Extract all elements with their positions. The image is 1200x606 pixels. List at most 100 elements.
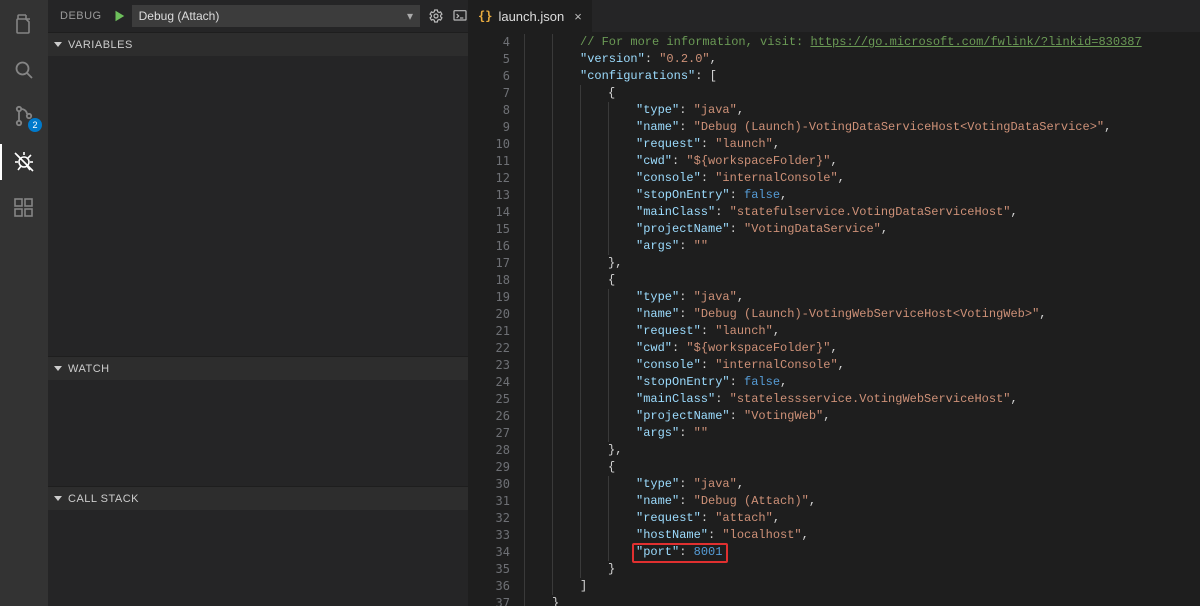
code-line[interactable]: "stopOnEntry": false, [524,187,1142,204]
line-number: 10 [468,136,510,153]
line-number: 17 [468,255,510,272]
source-control-icon[interactable]: 2 [10,102,38,130]
code-line[interactable]: "cwd": "${workspaceFolder}", [524,340,1142,357]
debug-console-icon[interactable] [452,8,468,24]
line-number: 29 [468,459,510,476]
line-number: 5 [468,51,510,68]
tab-launch-json[interactable]: {} launch.json × [468,0,592,32]
line-number: 7 [468,85,510,102]
callstack-body [48,510,468,606]
line-number: 9 [468,119,510,136]
debug-header: DEBUG Debug (Attach) ▾ [48,0,468,32]
watch-label: WATCH [68,363,110,375]
variables-body [48,56,468,356]
line-number: 19 [468,289,510,306]
chevron-down-icon: ▾ [407,9,413,23]
code-line[interactable]: "request": "attach", [524,510,1142,527]
code-line[interactable]: { [524,459,1142,476]
line-number: 37 [468,595,510,606]
code-line[interactable]: "stopOnEntry": false, [524,374,1142,391]
variables-label: VARIABLES [68,39,133,51]
line-number: 20 [468,306,510,323]
code-line[interactable]: // For more information, visit: https://… [524,34,1142,51]
code-line[interactable]: "args": "" [524,425,1142,442]
line-number: 36 [468,578,510,595]
line-number: 11 [468,153,510,170]
line-number-gutter: 4567891011121314151617181920212223242526… [468,32,524,606]
code-line[interactable]: "name": "Debug (Attach)", [524,493,1142,510]
code-line[interactable]: } [524,561,1142,578]
line-number: 22 [468,340,510,357]
close-icon[interactable]: × [574,9,582,24]
variables-section-header[interactable]: VARIABLES [48,32,468,56]
code-line[interactable]: } [524,595,1142,606]
code-line[interactable]: "projectName": "VotingWeb", [524,408,1142,425]
line-number: 8 [468,102,510,119]
extensions-icon[interactable] [10,194,38,222]
code-line[interactable]: ] [524,578,1142,595]
chevron-down-icon [54,366,62,371]
line-number: 23 [468,357,510,374]
start-debug-button[interactable] [112,9,126,23]
code-line[interactable]: "configurations": [ [524,68,1142,85]
code-content[interactable]: // For more information, visit: https://… [524,32,1142,606]
line-number: 34 [468,544,510,561]
line-number: 21 [468,323,510,340]
line-number: 14 [468,204,510,221]
code-line[interactable]: "type": "java", [524,476,1142,493]
debug-config-selected: Debug (Attach) [139,9,220,23]
code-line[interactable]: "version": "0.2.0", [524,51,1142,68]
line-number: 12 [468,170,510,187]
editor-area: {} launch.json × 45678910111213141516171… [468,0,1200,606]
chevron-down-icon [54,42,62,47]
debug-side-panel: DEBUG Debug (Attach) ▾ VARIABLES WATCH [48,0,468,606]
line-number: 27 [468,425,510,442]
line-number: 26 [468,408,510,425]
line-number: 33 [468,527,510,544]
code-line[interactable]: "mainClass": "statefulservice.VotingData… [524,204,1142,221]
code-line[interactable]: "console": "internalConsole", [524,357,1142,374]
json-file-icon: {} [478,9,492,23]
line-number: 6 [468,68,510,85]
code-line[interactable]: "hostName": "localhost", [524,527,1142,544]
code-line[interactable]: }, [524,442,1142,459]
code-line[interactable]: "request": "launch", [524,323,1142,340]
search-icon[interactable] [10,56,38,84]
code-line[interactable]: "projectName": "VotingDataService", [524,221,1142,238]
line-number: 30 [468,476,510,493]
code-line[interactable]: "console": "internalConsole", [524,170,1142,187]
callstack-section-header[interactable]: CALL STACK [48,486,468,510]
line-number: 16 [468,238,510,255]
line-number: 15 [468,221,510,238]
callstack-label: CALL STACK [68,493,139,505]
code-line[interactable]: "args": "" [524,238,1142,255]
code-line[interactable]: }, [524,255,1142,272]
gear-icon[interactable] [428,8,444,24]
activity-bar: 2 [0,0,48,606]
watch-body [48,380,468,486]
line-number: 13 [468,187,510,204]
code-line[interactable]: "name": "Debug (Launch)-VotingWebService… [524,306,1142,323]
editor-body[interactable]: 4567891011121314151617181920212223242526… [468,32,1200,606]
code-line[interactable]: "cwd": "${workspaceFolder}", [524,153,1142,170]
code-line[interactable]: "request": "launch", [524,136,1142,153]
code-line[interactable]: "name": "Debug (Launch)-VotingDataServic… [524,119,1142,136]
code-line[interactable]: "type": "java", [524,289,1142,306]
line-number: 35 [468,561,510,578]
tab-label: launch.json [498,9,564,24]
line-number: 28 [468,442,510,459]
code-line[interactable]: "type": "java", [524,102,1142,119]
editor-tabs: {} launch.json × [468,0,1200,32]
code-line[interactable]: { [524,85,1142,102]
code-line[interactable]: "port": 8001 [524,544,1142,561]
code-line[interactable]: { [524,272,1142,289]
debug-config-select[interactable]: Debug (Attach) ▾ [132,5,420,27]
explorer-icon[interactable] [10,10,38,38]
line-number: 24 [468,374,510,391]
watch-section-header[interactable]: WATCH [48,356,468,380]
chevron-down-icon [54,496,62,501]
scm-badge: 2 [28,118,42,132]
line-number: 25 [468,391,510,408]
debug-icon[interactable] [10,148,38,176]
code-line[interactable]: "mainClass": "statelessservice.VotingWeb… [524,391,1142,408]
